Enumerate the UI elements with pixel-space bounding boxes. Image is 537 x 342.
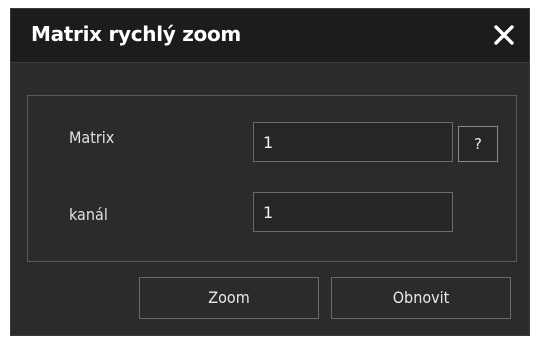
matrix-input[interactable] [253, 122, 453, 162]
dialog-title: Matrix rychlý zoom [31, 22, 241, 46]
channel-input[interactable] [253, 192, 453, 232]
close-icon[interactable] [489, 20, 519, 50]
help-button[interactable]: ? [458, 126, 498, 162]
matrix-zoom-dialog: Matrix rychlý zoom Matrix ? kanál Zoom O… [10, 8, 530, 336]
input-panel [27, 95, 517, 262]
channel-label: kanál [69, 205, 108, 224]
dialog-titlebar: Matrix rychlý zoom [11, 9, 529, 63]
matrix-label: Matrix [69, 128, 115, 147]
refresh-button[interactable]: Obnovit [331, 277, 511, 319]
zoom-button[interactable]: Zoom [139, 277, 319, 319]
